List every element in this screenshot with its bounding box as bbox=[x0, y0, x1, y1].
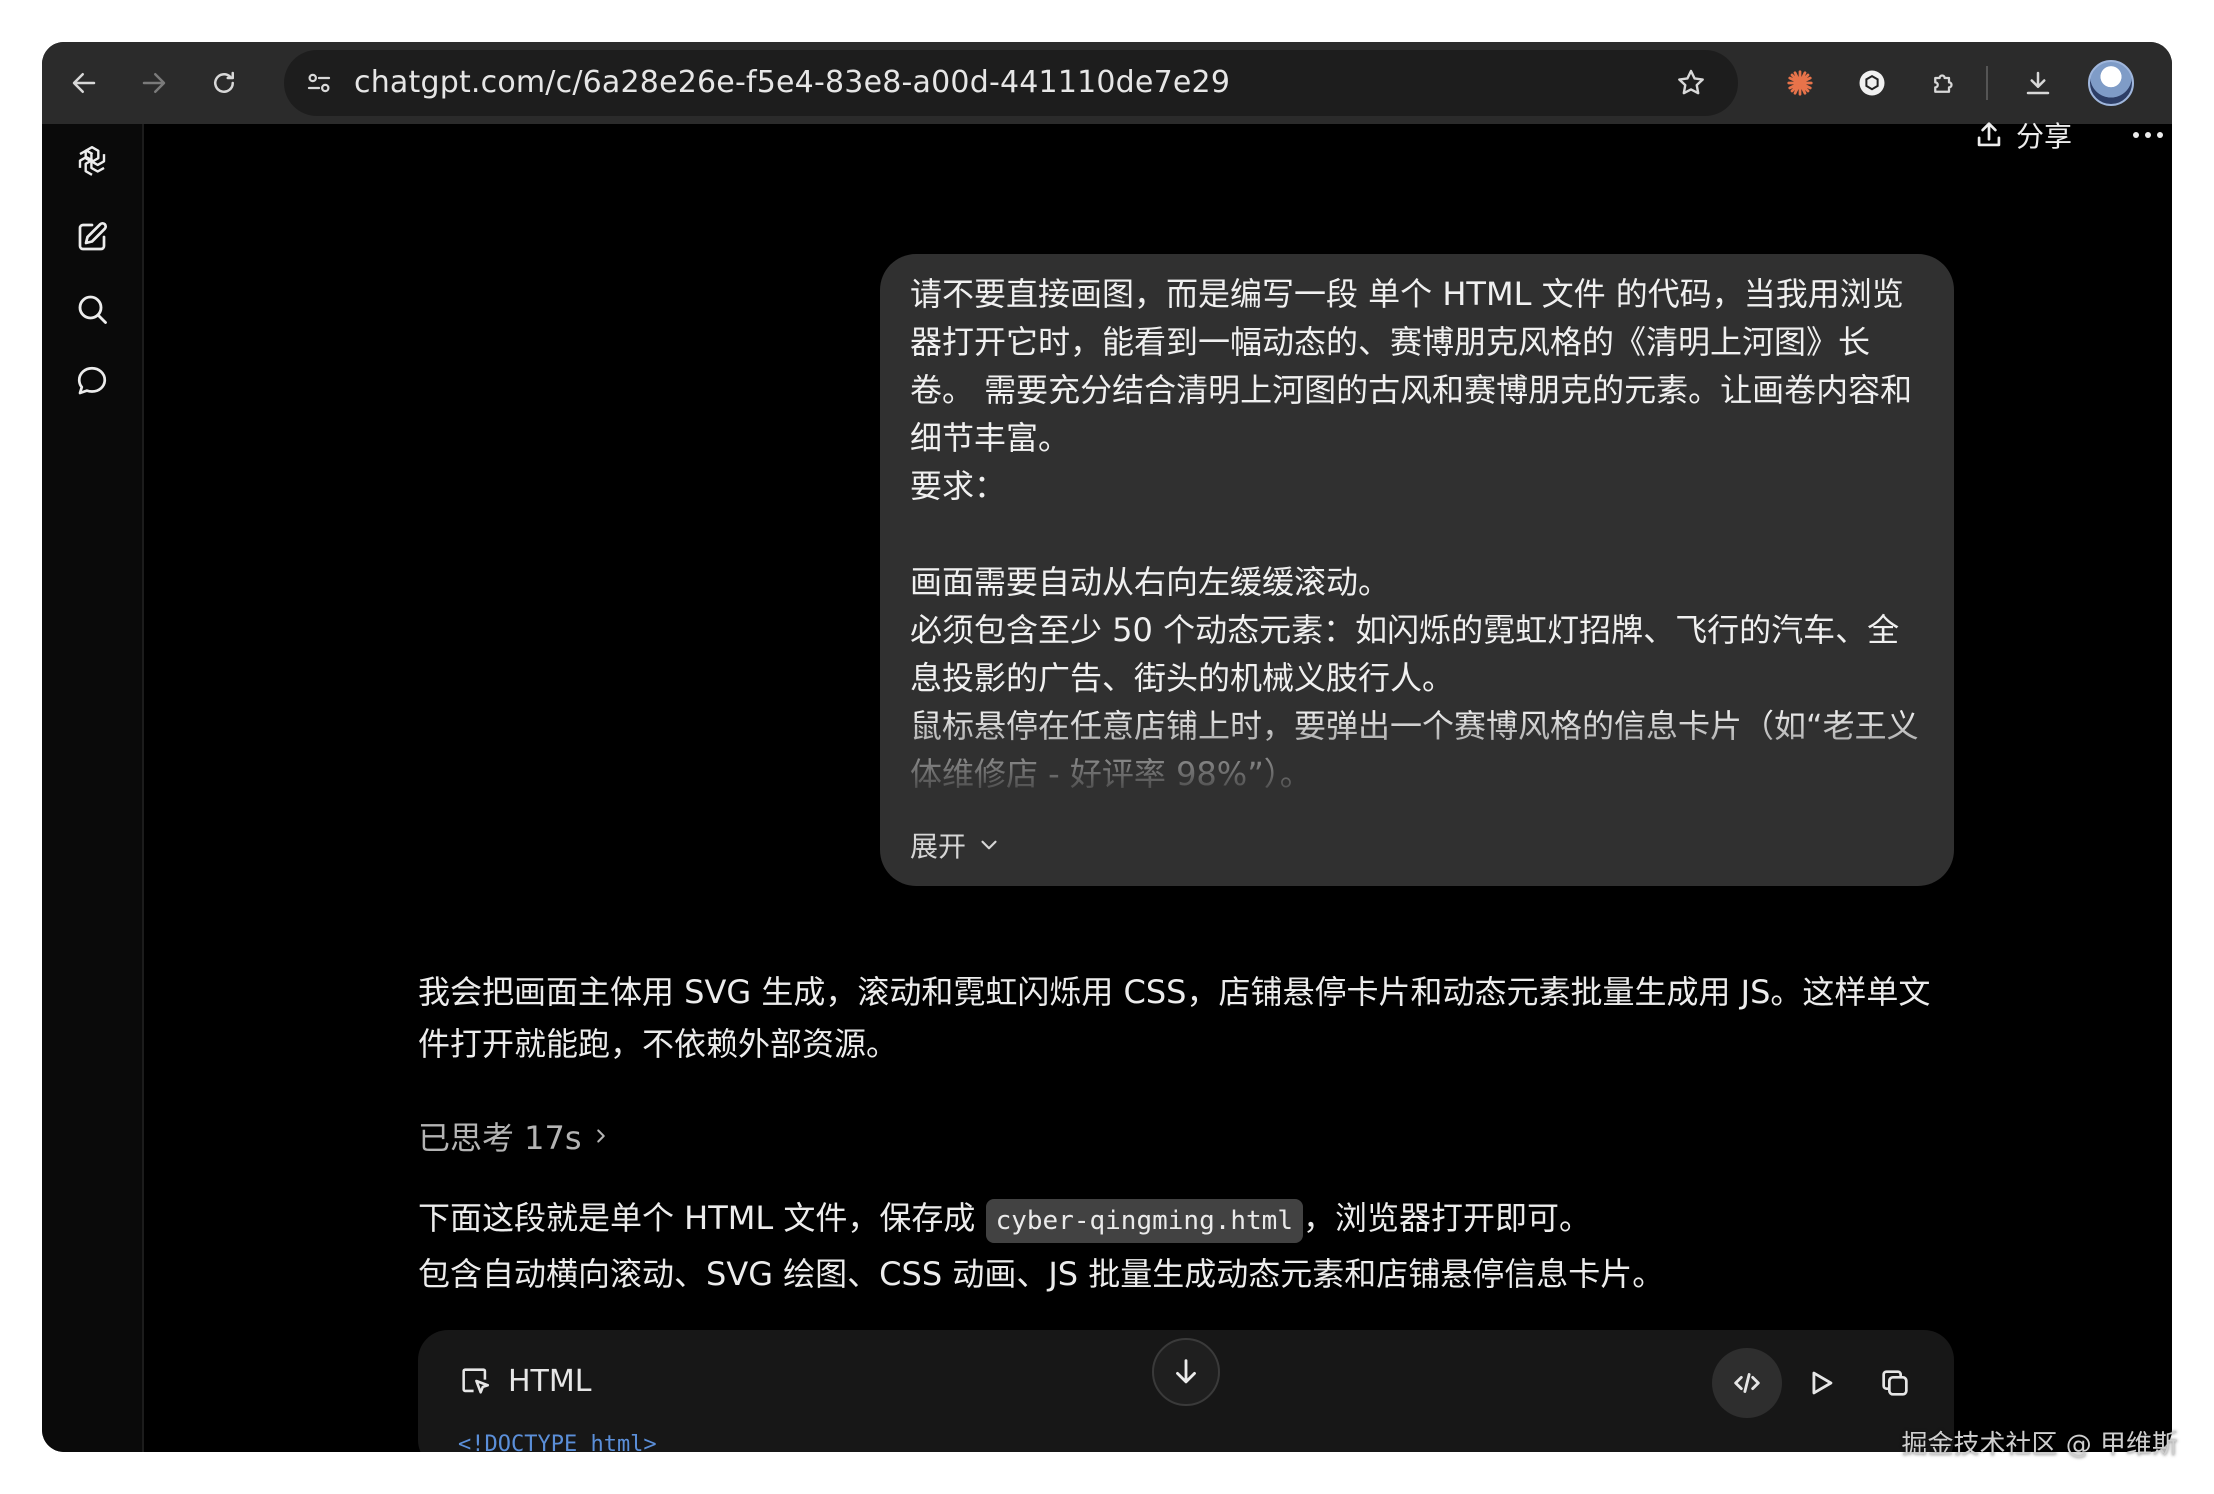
user-message-text: 请不要直接画图，而是编写一段 单个 HTML 文件 的代码，当我用浏览器打开它时… bbox=[910, 270, 1926, 800]
feature-summary-line: 包含自动横向滚动、SVG 绘图、CSS 动画、JS 批量生成动态元素和店铺悬停信… bbox=[418, 1255, 1665, 1293]
search-chats-button[interactable] bbox=[69, 286, 115, 332]
download-button[interactable] bbox=[2016, 61, 2060, 105]
bookmark-star-icon bbox=[1678, 69, 1704, 95]
new-chat-button[interactable] bbox=[69, 214, 115, 260]
site-controls-button[interactable] bbox=[300, 64, 338, 102]
thought-label: 已思考 17s bbox=[418, 1119, 582, 1157]
address-bar[interactable]: chatgpt.com/c/6a28e26e-f5e4-83e8-a00d-44… bbox=[284, 50, 1738, 116]
code-brackets-icon bbox=[1734, 1373, 1760, 1393]
expand-message-button[interactable]: 展开 bbox=[910, 822, 1002, 868]
site-controls-icon bbox=[307, 73, 331, 93]
browser-toolbar: chatgpt.com/c/6a28e26e-f5e4-83e8-a00d-44… bbox=[42, 42, 2172, 124]
code-language: HTML bbox=[458, 1356, 591, 1406]
browser-window: chatgpt.com/c/6a28e26e-f5e4-83e8-a00d-44… bbox=[42, 42, 2172, 1452]
chevron-right-icon bbox=[596, 1129, 605, 1143]
toolbar-separator bbox=[1986, 66, 1988, 100]
search-icon bbox=[78, 295, 107, 324]
file-instruction-after: ，浏览器打开即可。 bbox=[1303, 1199, 1592, 1237]
code-language-label: HTML bbox=[508, 1363, 592, 1399]
chat-bubble-icon bbox=[77, 366, 107, 395]
forward-icon bbox=[142, 73, 166, 93]
user-message-line: 要求： bbox=[910, 467, 1007, 505]
copy-icon bbox=[1882, 1370, 1908, 1396]
gpt-extension-button[interactable] bbox=[1850, 61, 1894, 105]
more-options-button[interactable] bbox=[2128, 112, 2168, 158]
bookmark-button[interactable] bbox=[1672, 64, 1710, 102]
canvas-cursor-icon bbox=[462, 1368, 490, 1394]
forward-button[interactable] bbox=[132, 61, 176, 105]
run-preview-button[interactable] bbox=[1786, 1348, 1856, 1418]
user-message-bubble: 请不要直接画图，而是编写一段 单个 HTML 文件 的代码，当我用浏览器打开它时… bbox=[880, 254, 1954, 886]
expand-label: 展开 bbox=[910, 830, 967, 863]
view-code-button[interactable] bbox=[1712, 1348, 1782, 1418]
extensions-puzzle-icon bbox=[1934, 74, 1953, 93]
profile-avatar[interactable] bbox=[2088, 60, 2134, 106]
share-button[interactable]: 分享 bbox=[1972, 110, 2072, 160]
sidebar bbox=[42, 124, 144, 1452]
chevron-down-icon bbox=[981, 840, 997, 850]
share-label: 分享 bbox=[2016, 120, 2073, 153]
user-message-line: 画面需要自动从右向左缓缓滚动。 bbox=[910, 563, 1391, 601]
more-dots-icon bbox=[2133, 132, 2163, 138]
download-icon bbox=[2026, 71, 2050, 95]
user-message-line: 请不要直接画图，而是编写一段 单个 HTML 文件 的代码，当我用浏览器打开它时… bbox=[910, 275, 1913, 457]
code-first-line: <!DOCTYPE html> bbox=[458, 1432, 657, 1452]
watermark: 掘金技术社区 @ 甲维斯 bbox=[1901, 1430, 2178, 1460]
claude-extension-button[interactable] bbox=[1778, 61, 1822, 105]
gpt-extension-icon bbox=[1859, 70, 1885, 96]
openai-logo-icon bbox=[78, 146, 106, 176]
play-icon bbox=[1812, 1371, 1833, 1395]
new-chat-icon bbox=[78, 221, 108, 251]
reload-icon bbox=[214, 71, 234, 93]
openai-logo-button[interactable] bbox=[69, 138, 115, 184]
url-text[interactable]: chatgpt.com/c/6a28e26e-f5e4-83e8-a00d-44… bbox=[354, 50, 1230, 116]
assistant-file-paragraph: 下面这段就是单个 HTML 文件，保存成 cyber-qingming.html… bbox=[418, 1190, 1958, 1302]
claude-extension-icon bbox=[1787, 70, 1813, 96]
reload-button[interactable] bbox=[202, 61, 246, 105]
user-message-line: ​ bbox=[910, 510, 1926, 558]
inline-code-filename: cyber-qingming.html bbox=[985, 1199, 1303, 1243]
file-instruction-line: 下面这段就是单个 HTML 文件，保存成 cyber-qingming.html… bbox=[418, 1190, 1958, 1246]
extensions-button[interactable] bbox=[1922, 61, 1966, 105]
arrow-down-icon bbox=[1176, 1359, 1196, 1384]
chats-button[interactable] bbox=[69, 358, 115, 404]
scroll-to-bottom-button[interactable] bbox=[1152, 1338, 1220, 1406]
user-message-line: 必须包含至少 50 个动态元素：如闪烁的霓虹灯招牌、飞行的汽车、全息投影的广告、… bbox=[910, 611, 1900, 697]
back-button[interactable] bbox=[62, 61, 106, 105]
share-icon bbox=[1977, 122, 2001, 147]
back-icon bbox=[72, 73, 96, 93]
copy-code-button[interactable] bbox=[1860, 1348, 1930, 1418]
file-instruction-before: 下面这段就是单个 HTML 文件，保存成 bbox=[418, 1199, 986, 1237]
user-message-line: 鼠标悬停在任意店铺上时，要弹出一个赛博风格的信息卡片（如“老王义体维修店 - 好… bbox=[910, 707, 1919, 793]
assistant-intro: 我会把画面主体用 SVG 生成，滚动和霓虹闪烁用 CSS，店铺悬停卡片和动态元素… bbox=[418, 973, 1931, 1063]
thought-toggle[interactable]: 已思考 17s bbox=[418, 1110, 612, 1162]
